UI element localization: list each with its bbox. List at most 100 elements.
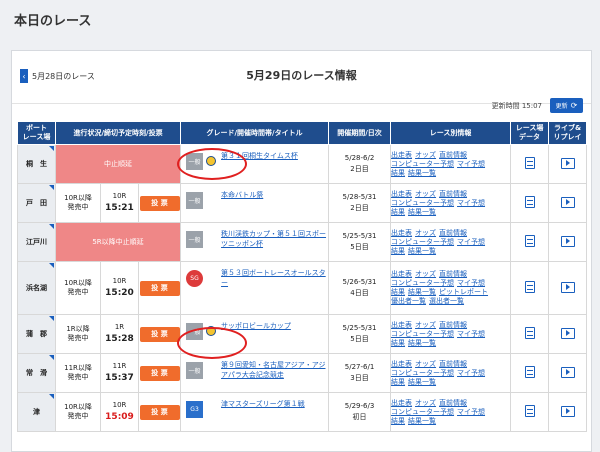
info-link[interactable]: コンピューター予想 xyxy=(391,160,454,168)
venue-name[interactable]: 常 滑 xyxy=(17,353,56,393)
play-icon[interactable] xyxy=(560,196,575,208)
info-link[interactable]: コンピューター予想 xyxy=(391,369,454,377)
corner-mark xyxy=(49,263,54,268)
info-link[interactable]: 結果 xyxy=(391,247,405,255)
info-link[interactable]: オッズ xyxy=(415,321,436,329)
info-link[interactable]: 選出者一覧 xyxy=(429,297,464,305)
info-link[interactable]: 出走表 xyxy=(391,229,412,237)
info-link[interactable]: 直前情報 xyxy=(439,270,467,278)
document-icon[interactable] xyxy=(524,327,535,339)
period-range: 5/26-5/31 xyxy=(342,278,377,286)
info-link[interactable]: 出走表 xyxy=(391,399,412,407)
document-icon[interactable] xyxy=(524,405,535,417)
info-link[interactable]: 結果 xyxy=(391,339,405,347)
info-link[interactable]: 結果一覧 xyxy=(408,288,436,296)
document-icon[interactable] xyxy=(524,235,535,247)
vote-button[interactable]: 投 票 xyxy=(139,326,180,342)
venue-name[interactable]: 戸 田 xyxy=(17,183,56,223)
vote-button[interactable]: 投 票 xyxy=(139,404,180,420)
info-link[interactable]: 直前情報 xyxy=(439,229,467,237)
day-number: 5日目 xyxy=(350,243,369,251)
document-icon[interactable] xyxy=(524,196,535,208)
info-link[interactable]: 結果 xyxy=(391,208,405,216)
play-icon[interactable] xyxy=(560,235,575,247)
info-link[interactable]: 優出者一覧 xyxy=(391,297,426,305)
info-link[interactable]: マイ予想 xyxy=(457,279,485,287)
live-cell xyxy=(548,222,588,262)
play-icon[interactable] xyxy=(560,366,575,378)
info-link[interactable]: 出走表 xyxy=(391,151,412,159)
venue-name[interactable]: 津 xyxy=(17,392,56,432)
info-link[interactable]: コンピューター予想 xyxy=(391,330,454,338)
info-link[interactable]: マイ予想 xyxy=(457,369,485,377)
day-number: 3日目 xyxy=(350,374,369,382)
venue-name[interactable]: 蒲 郡 xyxy=(17,314,56,354)
info-link[interactable]: 出走表 xyxy=(391,321,412,329)
info-link[interactable]: 直前情報 xyxy=(439,399,467,407)
info-link[interactable]: 結果一覧 xyxy=(408,208,436,216)
page-header: 本日のレース xyxy=(0,0,600,42)
info-link[interactable]: オッズ xyxy=(415,229,436,237)
info-link[interactable]: 結果一覧 xyxy=(408,339,436,347)
race-title-link[interactable]: 第９回愛知・名古屋アジア・アジアパラ大会記念競走 xyxy=(221,360,326,380)
info-link[interactable]: 結果 xyxy=(391,378,405,386)
grade-cell: 一般 本命バトル祭 xyxy=(180,183,330,223)
info-link[interactable]: オッズ xyxy=(415,399,436,407)
play-icon[interactable] xyxy=(560,157,575,169)
info-link[interactable]: コンピューター予想 xyxy=(391,199,454,207)
info-link[interactable]: 直前情報 xyxy=(439,360,467,368)
venue-data-cell xyxy=(510,261,550,315)
info-link[interactable]: マイ予想 xyxy=(457,199,485,207)
race-title-link[interactable]: 秩川渓鉄カップ・第５１回スポーツニッポン杯 xyxy=(221,229,326,249)
refresh-button[interactable]: 更新 ⟳ xyxy=(550,98,583,113)
play-icon[interactable] xyxy=(560,405,575,417)
info-link[interactable]: 結果一覧 xyxy=(408,378,436,386)
document-icon[interactable] xyxy=(524,281,535,293)
vote-button[interactable]: 投 票 xyxy=(139,365,180,381)
info-link[interactable]: 出走表 xyxy=(391,270,412,278)
next-race: 10R 15:21 xyxy=(100,183,139,223)
info-link[interactable]: 結果 xyxy=(391,417,405,425)
info-link[interactable]: 直前情報 xyxy=(439,321,467,329)
info-link[interactable]: 結果一覧 xyxy=(408,417,436,425)
info-link[interactable]: オッズ xyxy=(415,360,436,368)
info-link[interactable]: オッズ xyxy=(415,151,436,159)
info-link[interactable]: 直前情報 xyxy=(439,151,467,159)
day-number: 初日 xyxy=(352,413,367,421)
info-link[interactable]: ピットレポート xyxy=(439,288,488,296)
info-link[interactable]: オッズ xyxy=(415,270,436,278)
venue-data-cell xyxy=(510,392,550,432)
race-title-link[interactable]: 本命バトル祭 xyxy=(221,190,326,200)
race-title-link[interactable]: 第５３回ボートレースオールスター xyxy=(221,268,326,288)
info-link[interactable]: マイ予想 xyxy=(457,330,485,338)
vote-button[interactable]: 投 票 xyxy=(139,195,180,211)
race-title-link[interactable]: 津マスターズリーグ第１戦 xyxy=(221,399,326,409)
info-link[interactable]: コンピューター予想 xyxy=(391,279,454,287)
corner-mark xyxy=(49,316,54,321)
info-link[interactable]: 結果一覧 xyxy=(408,247,436,255)
info-link[interactable]: 結果一覧 xyxy=(408,169,436,177)
info-link[interactable]: オッズ xyxy=(415,190,436,198)
play-icon[interactable] xyxy=(560,281,575,293)
info-link[interactable]: コンピューター予想 xyxy=(391,408,454,416)
info-link[interactable]: 結果 xyxy=(391,288,405,296)
venue-name[interactable]: 桐 生 xyxy=(17,144,56,184)
info-link[interactable]: マイ予想 xyxy=(457,238,485,246)
document-icon[interactable] xyxy=(524,366,535,378)
info-link[interactable]: マイ予想 xyxy=(457,408,485,416)
info-link[interactable]: 結果 xyxy=(391,169,405,177)
play-icon[interactable] xyxy=(560,327,575,339)
info-link[interactable]: コンピューター予想 xyxy=(391,238,454,246)
info-link[interactable]: 出走表 xyxy=(391,360,412,368)
race-title-link[interactable]: サッポロビールカップ xyxy=(221,321,326,331)
info-link[interactable]: 出走表 xyxy=(391,190,412,198)
race-panel: ‹ 5月28日のレース 5月29日のレース情報 更新時間 15:07 更新 ⟳ … xyxy=(11,50,592,452)
next-race: 1R 15:28 xyxy=(100,314,139,354)
info-link[interactable]: マイ予想 xyxy=(457,160,485,168)
document-icon[interactable] xyxy=(524,157,535,169)
info-link[interactable]: 直前情報 xyxy=(439,190,467,198)
vote-button[interactable]: 投 票 xyxy=(139,280,180,296)
race-row: 常 滑 11R以降 発売中 11R 15:37 投 票一般 第９回愛知・名古屋アジア・アジ… xyxy=(17,353,588,393)
venue-name[interactable]: 浜名湖 xyxy=(17,261,56,315)
venue-name[interactable]: 江戸川 xyxy=(17,222,56,262)
